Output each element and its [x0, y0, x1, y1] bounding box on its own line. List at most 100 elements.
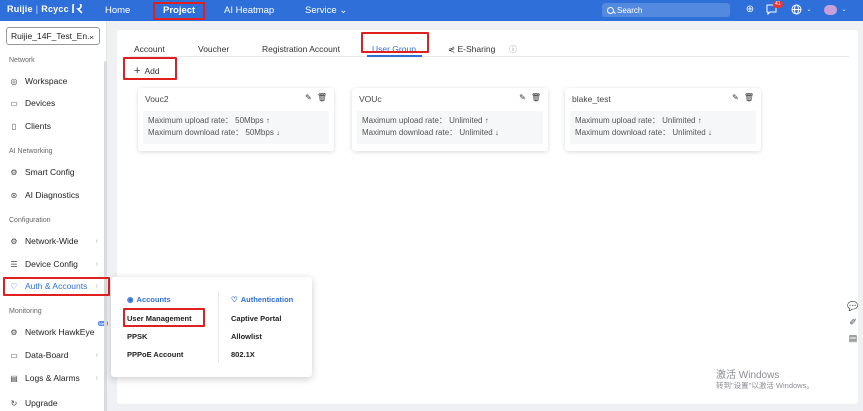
- nav-service[interactable]: Service ⌄: [305, 0, 347, 21]
- project-select[interactable]: Ruijie_14F_Test_En... ⌄: [6, 27, 100, 45]
- menu-item-pppoe-account[interactable]: PPPoE Account: [127, 350, 183, 359]
- plus-icon: +: [134, 65, 141, 77]
- chevron-right-icon: ›: [95, 260, 98, 268]
- download-rate: Maximum download rate： 50Mbps ↓: [148, 128, 281, 137]
- sidebar-item-upgrade[interactable]: ↻ Upgrade: [9, 396, 104, 410]
- edit-icon[interactable]: ✎: [519, 93, 526, 102]
- network-wide-icon: ⚙: [10, 236, 18, 246]
- clipboard-icon[interactable]: ▤: [849, 333, 858, 344]
- logo-separator: |: [35, 4, 39, 14]
- menu-item-user-management[interactable]: User Management: [127, 314, 192, 323]
- user-group-name: blake_test: [572, 94, 611, 104]
- user-group-rates: Maximum upload rate： Unlimited ↑ Maximum…: [570, 111, 756, 144]
- search-icon: [607, 6, 614, 14]
- user-group-rates: Maximum upload rate： 50Mbps ↑ Maximum do…: [143, 111, 329, 144]
- tab-e-sharing[interactable]: ⋞ E-Sharing: [448, 44, 495, 55]
- menu-item-8021x[interactable]: 802.1X: [231, 350, 255, 359]
- delete-icon[interactable]: 🗑: [531, 93, 541, 102]
- menu-item-allowlist[interactable]: Allowlist: [231, 332, 262, 341]
- sidebar-item-logs-alarms[interactable]: ▤ Logs & Alarms ›: [9, 371, 104, 385]
- ai-diagnostics-icon: ⊛: [10, 190, 18, 200]
- info-icon[interactable]: ⓘ: [509, 44, 517, 55]
- tab-registration-account[interactable]: Registration Account: [262, 44, 340, 54]
- sidebar-item-network-hawkeye[interactable]: ⚙ Network HawkEye New: [9, 321, 109, 339]
- nav-home[interactable]: Home: [105, 0, 130, 21]
- sidebar-item-network-wide[interactable]: ⚙ Network-Wide ›: [9, 234, 104, 248]
- sidebar-item-label: AI Diagnostics: [25, 190, 80, 200]
- chat-icon[interactable]: 💬: [847, 301, 858, 312]
- sidebar-scrollbar[interactable]: [104, 61, 107, 411]
- globe-icon[interactable]: [790, 4, 802, 16]
- search-input[interactable]: Search: [602, 3, 730, 17]
- tab-account[interactable]: Account: [134, 44, 165, 54]
- chevron-down-icon[interactable]: ⌄: [838, 4, 850, 16]
- sidebar-item-label: Network HawkEye: [25, 327, 95, 337]
- sidebar-item-clients[interactable]: ▯ Clients: [9, 119, 104, 133]
- sidebar-item-ai-diagnostics[interactable]: ⊛ AI Diagnostics: [9, 188, 104, 202]
- accounts-header-label: Accounts: [136, 295, 171, 304]
- authentication-header: ♡ Authentication: [231, 295, 293, 304]
- auth-accounts-submenu: ◉ Accounts User Management PPSK PPPoE Ac…: [111, 277, 312, 377]
- share-icon: ⋞: [448, 44, 456, 54]
- upload-rate: Maximum upload rate： 50Mbps ↑: [148, 116, 270, 125]
- sidebar-item-label: Logs & Alarms: [25, 373, 80, 383]
- sidebar-section-monitoring: Monitoring: [9, 308, 42, 315]
- sidebar-item-data-board[interactable]: ▭ Data-Board ›: [9, 348, 104, 362]
- user-group-card[interactable]: Vouc2 ✎ 🗑 Maximum upload rate： 50Mbps ↑ …: [138, 88, 334, 151]
- shield-icon: ♡: [10, 281, 18, 291]
- user-circle-icon: ◉: [127, 295, 134, 304]
- download-rate: Maximum download rate： Unlimited ↓: [575, 128, 712, 137]
- avatar[interactable]: [824, 5, 837, 15]
- notification-badge: 41: [773, 1, 783, 8]
- brush-icon[interactable]: ✐: [849, 317, 857, 328]
- upload-rate: Maximum upload rate： Unlimited ↑: [362, 116, 489, 125]
- sidebar-item-label: Auth & Accounts: [25, 281, 88, 291]
- sidebar-item-workspace[interactable]: ◎ Workspace: [9, 74, 104, 88]
- user-group-card[interactable]: blake_test ✎ 🗑 Maximum upload rate： Unli…: [565, 88, 761, 151]
- submenu-divider: [218, 291, 219, 363]
- tab-divider: [129, 56, 849, 57]
- sidebar-item-label: Smart Config: [25, 167, 75, 177]
- sidebar-item-auth-accounts[interactable]: ♡ Auth & Accounts ›: [9, 279, 104, 293]
- add-button[interactable]: + Add: [134, 65, 160, 77]
- floating-toolbar: 💬 ✐ ▤: [843, 298, 863, 350]
- sidebar-section-ai-networking: AI Networking: [9, 148, 53, 155]
- chevron-right-icon: ›: [95, 237, 98, 245]
- chevron-down-icon: ⌄: [339, 5, 348, 16]
- accounts-header: ◉ Accounts: [127, 295, 171, 304]
- sidebar-item-label: Device Config: [25, 259, 78, 269]
- search-placeholder: Search: [617, 5, 643, 15]
- sidebar-item-device-config[interactable]: ☰ Device Config ›: [9, 257, 104, 271]
- tab-voucher[interactable]: Voucher: [198, 44, 229, 54]
- download-rate: Maximum download rate： Unlimited ↓: [362, 128, 499, 137]
- project-select-value: Ruijie_14F_Test_En...: [11, 31, 95, 41]
- sidebar-item-label: Upgrade: [25, 398, 58, 408]
- devices-icon: ▭: [10, 98, 18, 108]
- logo-product: Rcycc: [41, 4, 69, 14]
- add-button-label: Add: [144, 66, 160, 76]
- sidebar-item-devices[interactable]: ▭ Devices: [9, 96, 104, 110]
- nav-ai-heatmap[interactable]: AI Heatmap: [224, 0, 274, 21]
- tab-e-sharing-label: E-Sharing: [457, 44, 496, 54]
- delete-icon[interactable]: 🗑: [317, 93, 327, 102]
- chevron-down-icon[interactable]: ⌄: [803, 4, 815, 16]
- menu-item-captive-portal[interactable]: Captive Portal: [231, 314, 281, 323]
- active-tab-indicator: [367, 55, 422, 57]
- user-group-name: Vouc2: [145, 94, 169, 104]
- add-circle-icon[interactable]: ⊕: [744, 4, 756, 16]
- menu-item-ppsk[interactable]: PPSK: [127, 332, 147, 341]
- delete-icon[interactable]: 🗑: [744, 93, 754, 102]
- sidebar-item-smart-config[interactable]: ⚙ Smart Config: [9, 165, 104, 179]
- edit-icon[interactable]: ✎: [305, 93, 312, 102]
- nav-project[interactable]: Project: [163, 0, 195, 21]
- chevron-right-icon: ›: [95, 282, 98, 290]
- user-group-card[interactable]: VOUc ✎ 🗑 Maximum upload rate： Unlimited …: [352, 88, 548, 151]
- upgrade-icon: ↻: [10, 398, 18, 408]
- authentication-header-label: Authentication: [240, 295, 294, 304]
- edit-icon[interactable]: ✎: [732, 93, 739, 102]
- shield-icon: ♡: [231, 295, 238, 304]
- top-navigation-bar: Ruijie | Rcycc Home Project AI Heatmap S…: [0, 0, 863, 21]
- data-board-icon: ▭: [10, 350, 18, 360]
- tab-user-group[interactable]: User Group: [372, 44, 416, 54]
- logo[interactable]: Ruijie | Rcycc: [7, 4, 84, 14]
